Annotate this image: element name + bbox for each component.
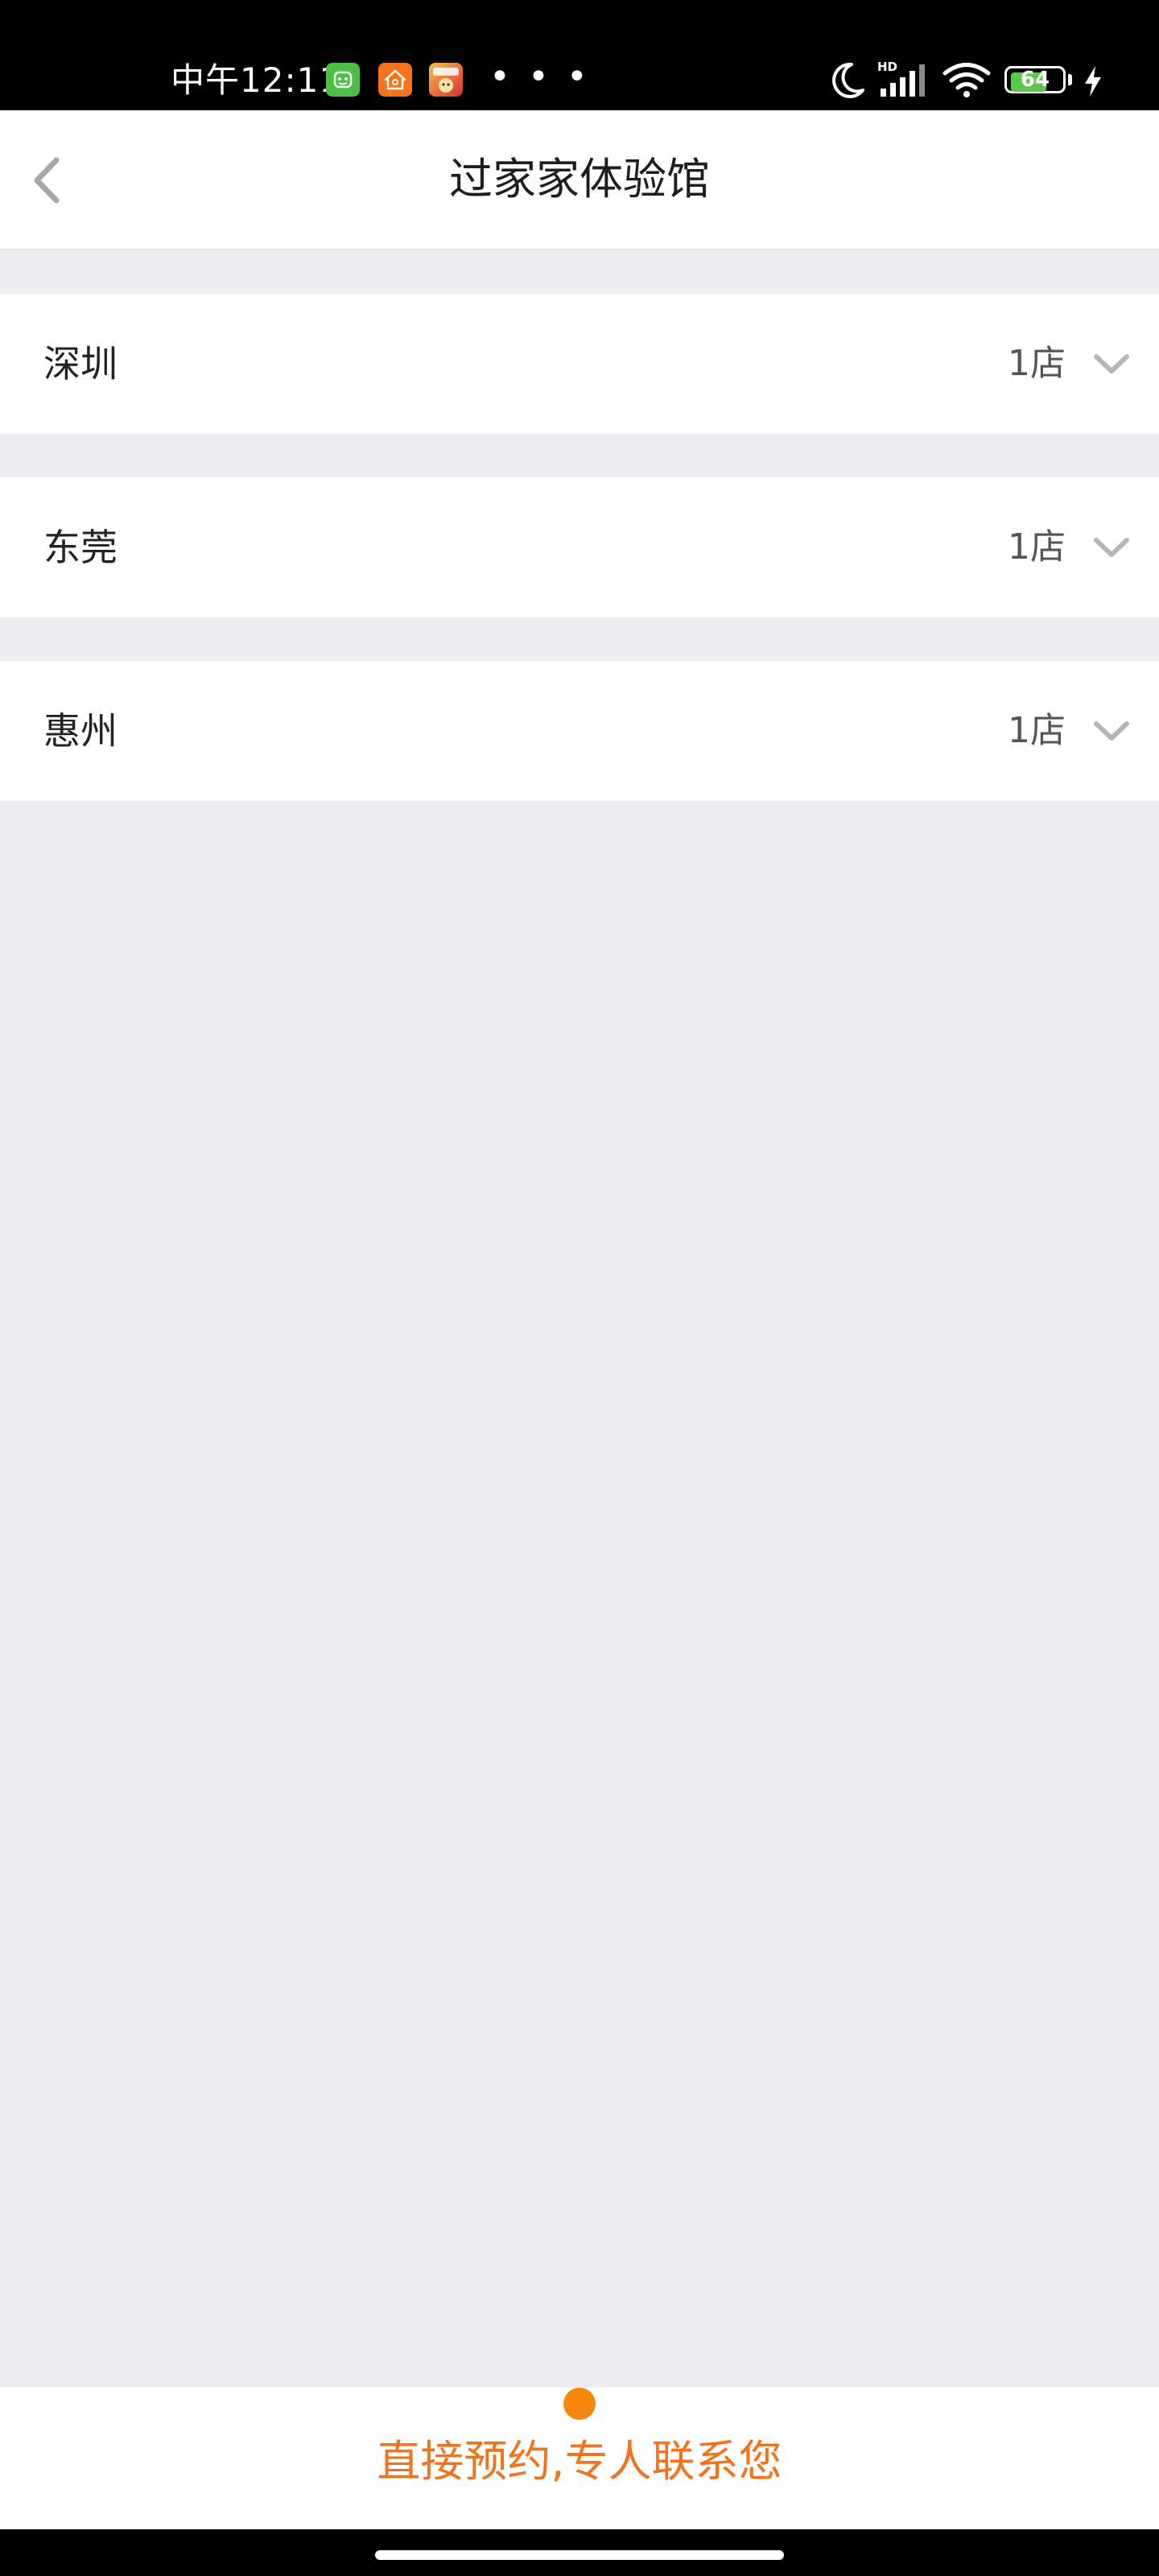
chevron-down-icon: [1091, 350, 1132, 378]
store-count: 1店: [1008, 343, 1066, 384]
hd-signal-icon: HD: [877, 60, 930, 101]
chevron-down-icon: [1091, 534, 1132, 561]
moon-icon: [829, 60, 866, 103]
city-row-huizhou[interactable]: 惠州 1店: [0, 661, 1159, 801]
wifi-icon: [942, 61, 992, 101]
city-row-shenzhen[interactable]: 深圳 1店: [0, 294, 1159, 434]
battery-tip: [1068, 74, 1072, 85]
battery-icon: 64: [1004, 66, 1074, 95]
page-title: 过家家体验馆: [449, 154, 710, 204]
app-green-icon: [326, 63, 360, 97]
chevron-left-icon: [16, 157, 80, 220]
battery-level: 64: [1020, 68, 1050, 92]
app-orange-home-icon: [378, 63, 412, 97]
home-indicator[interactable]: [375, 2550, 784, 2560]
status-time: 中午12:11: [171, 60, 342, 100]
city-name: 惠州: [43, 709, 118, 753]
header: 过家家体验馆: [0, 110, 1159, 250]
chevron-down-icon: [1091, 717, 1132, 745]
store-count: 1店: [1008, 526, 1066, 568]
city-name: 深圳: [43, 342, 118, 386]
back-button[interactable]: [16, 144, 80, 217]
book-appointment-button[interactable]: 直接预约,专人联系您: [0, 2420, 1159, 2504]
city-row-dongguan[interactable]: 东莞 1店: [0, 477, 1159, 617]
svg-text:HD: HD: [877, 60, 897, 74]
more-notifications-icon: • • •: [489, 56, 591, 97]
status-bar: 中午12:11 • • • HD 64: [0, 0, 1159, 110]
indicator-dot: [563, 2388, 596, 2420]
charging-icon: [1082, 64, 1104, 101]
system-nav-bar: [0, 2529, 1159, 2576]
city-name: 东莞: [43, 526, 118, 569]
store-count: 1店: [1008, 710, 1066, 751]
game-icon: [429, 63, 463, 97]
